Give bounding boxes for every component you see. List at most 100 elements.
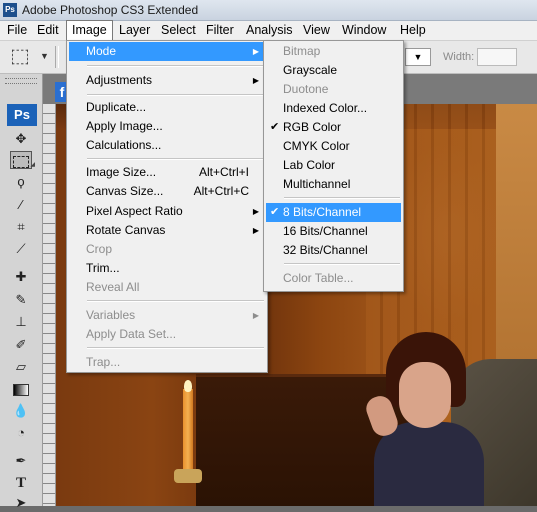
menu-separator bbox=[87, 94, 264, 96]
menu-item-pixel-aspect-ratio[interactable]: Pixel Aspect Ratio ▶ bbox=[69, 202, 265, 221]
menu-item-calculations[interactable]: Calculations... bbox=[69, 136, 265, 155]
gradient-tool-icon[interactable] bbox=[10, 380, 32, 398]
clone-stamp-tool-icon[interactable]: ⊥ bbox=[10, 313, 32, 331]
eraser-tool-icon[interactable]: ▱ bbox=[10, 358, 32, 376]
menu-item-duotone[interactable]: Duotone bbox=[266, 80, 401, 99]
submenu-arrow-icon: ▶ bbox=[252, 47, 259, 56]
menu-item-trap[interactable]: Trap... bbox=[69, 353, 265, 372]
menu-item-label: 32 Bits/Channel bbox=[283, 243, 368, 257]
menu-select[interactable]: Select bbox=[156, 21, 201, 40]
menu-bar: File Edit Image Layer Select Filter Anal… bbox=[0, 20, 537, 41]
menu-item-trim[interactable]: Trim... bbox=[69, 259, 265, 278]
style-dropdown[interactable]: ▼ bbox=[405, 48, 431, 66]
menu-item-label: Pixel Aspect Ratio bbox=[86, 204, 183, 218]
menu-analysis[interactable]: Analysis bbox=[241, 21, 298, 40]
menu-item-color-table[interactable]: Color Table... bbox=[266, 269, 401, 288]
history-brush-tool-icon[interactable]: ✐ bbox=[10, 336, 32, 354]
move-tool-icon[interactable]: ✥ bbox=[10, 130, 32, 148]
menu-separator bbox=[87, 65, 264, 67]
menu-item-duplicate[interactable]: Duplicate... bbox=[69, 98, 265, 117]
marquee-preset-icon[interactable] bbox=[12, 49, 28, 65]
crop-tool-icon[interactable]: ⌗ bbox=[10, 218, 32, 236]
menu-item-bitmap[interactable]: Bitmap bbox=[266, 42, 401, 61]
menu-filter[interactable]: Filter bbox=[201, 21, 239, 40]
photoshop-logo: Ps bbox=[7, 104, 37, 126]
menu-item-label: Color Table... bbox=[283, 271, 354, 285]
menu-item-label: Crop bbox=[86, 242, 113, 256]
image-menu: Mode ▶ Adjustments ▶ Duplicate... Apply Im… bbox=[66, 40, 268, 373]
menu-item-label: Calculations... bbox=[86, 138, 162, 152]
menu-item-rotate-canvas[interactable]: Rotate Canvas ▶ bbox=[69, 221, 265, 240]
marquee-tool-icon[interactable]: ◢ bbox=[10, 151, 35, 169]
menu-item-label: Rotate Canvas bbox=[86, 223, 166, 237]
menu-item-shortcut: Alt+Ctrl+C bbox=[193, 184, 249, 198]
menu-item-variables[interactable]: Variables ▶ bbox=[69, 306, 265, 325]
menu-item-canvas-size[interactable]: Canvas Size... Alt+Ctrl+C bbox=[69, 182, 265, 201]
width-label: Width: bbox=[443, 51, 475, 63]
menu-item-adjustments[interactable]: Adjustments ▶ bbox=[69, 71, 265, 90]
healing-brush-tool-icon[interactable]: ✚ bbox=[10, 268, 32, 286]
menu-item-label: Apply Image... bbox=[86, 119, 163, 133]
pen-tool-icon[interactable]: ✒ bbox=[10, 452, 32, 470]
brush-tool-icon[interactable]: ✎ bbox=[10, 291, 32, 309]
menu-help[interactable]: Help bbox=[395, 21, 431, 40]
menu-item-label: Trap... bbox=[86, 355, 121, 369]
photo-person-body bbox=[374, 422, 484, 506]
menu-file[interactable]: File bbox=[2, 21, 32, 40]
vertical-ruler[interactable] bbox=[43, 104, 56, 506]
menu-item-mode[interactable]: Mode ▶ bbox=[69, 42, 265, 61]
photo-candle bbox=[183, 389, 193, 479]
menu-item-crop[interactable]: Crop bbox=[69, 240, 265, 259]
menu-item-32-bits-channel[interactable]: 32 Bits/Channel bbox=[266, 241, 401, 260]
menu-item-apply-data-set[interactable]: Apply Data Set... bbox=[69, 325, 265, 344]
menu-item-label: 16 Bits/Channel bbox=[283, 224, 368, 238]
photo-candle-holder bbox=[174, 469, 202, 483]
magic-wand-tool-icon[interactable]: ⁄ bbox=[10, 196, 32, 214]
width-input[interactable] bbox=[477, 48, 517, 66]
submenu-arrow-icon: ▶ bbox=[252, 226, 259, 235]
menu-item-label: Multichannel bbox=[283, 177, 351, 191]
menu-item-rgb-color[interactable]: ✔ RGB Color bbox=[266, 118, 401, 137]
type-tool-icon[interactable]: T bbox=[10, 474, 32, 492]
menu-item-reveal-all[interactable]: Reveal All bbox=[69, 278, 265, 297]
menu-item-label: Adjustments bbox=[86, 73, 153, 87]
menu-edit[interactable]: Edit bbox=[32, 21, 64, 40]
photo-flame bbox=[184, 380, 192, 392]
menu-item-8-bits-channel[interactable]: ✔ 8 Bits/Channel bbox=[266, 203, 401, 222]
menu-item-multichannel[interactable]: Multichannel bbox=[266, 175, 401, 194]
menu-item-label: Image Size... bbox=[86, 165, 157, 179]
photo-person-face bbox=[399, 362, 451, 428]
menu-item-16-bits-channel[interactable]: 16 Bits/Channel bbox=[266, 222, 401, 241]
photoshop-app-icon: Ps bbox=[3, 3, 17, 17]
toolbox-grip[interactable] bbox=[5, 78, 37, 84]
menu-item-label: Duplicate... bbox=[86, 100, 147, 114]
options-divider bbox=[55, 46, 59, 68]
title-bar: Ps Adobe Photoshop CS3 Extended bbox=[0, 0, 537, 21]
path-selection-tool-icon[interactable]: ➤ bbox=[10, 494, 32, 512]
chevron-down-icon[interactable]: ▼ bbox=[40, 51, 49, 61]
dodge-tool-icon[interactable]: ◔ bbox=[10, 424, 32, 442]
menu-separator bbox=[284, 263, 400, 265]
menu-separator bbox=[284, 197, 400, 199]
menu-layer[interactable]: Layer bbox=[114, 21, 155, 40]
menu-item-label: 8 Bits/Channel bbox=[283, 205, 362, 219]
menu-image[interactable]: Image bbox=[66, 20, 113, 41]
menu-separator bbox=[87, 347, 264, 349]
menu-window[interactable]: Window bbox=[337, 21, 391, 40]
menu-item-indexed-color[interactable]: Indexed Color... bbox=[266, 99, 401, 118]
menu-item-apply-image[interactable]: Apply Image... bbox=[69, 117, 265, 136]
blur-tool-icon[interactable]: 💧 bbox=[10, 402, 32, 420]
menu-item-grayscale[interactable]: Grayscale bbox=[266, 61, 401, 80]
menu-item-label: Indexed Color... bbox=[283, 101, 368, 115]
menu-item-image-size[interactable]: Image Size... Alt+Ctrl+I bbox=[69, 163, 265, 182]
menu-item-label: CMYK Color bbox=[283, 139, 350, 153]
submenu-arrow-icon: ▶ bbox=[252, 311, 259, 320]
slice-tool-icon[interactable]: ⟋ bbox=[10, 240, 32, 258]
menu-item-lab-color[interactable]: Lab Color bbox=[266, 156, 401, 175]
menu-separator bbox=[87, 300, 264, 302]
menu-item-cmyk-color[interactable]: CMYK Color bbox=[266, 137, 401, 156]
check-icon: ✔ bbox=[270, 121, 280, 133]
lasso-tool-icon[interactable]: ϙ bbox=[10, 173, 32, 191]
menu-item-label: Canvas Size... bbox=[86, 184, 164, 198]
menu-view[interactable]: View bbox=[298, 21, 335, 40]
